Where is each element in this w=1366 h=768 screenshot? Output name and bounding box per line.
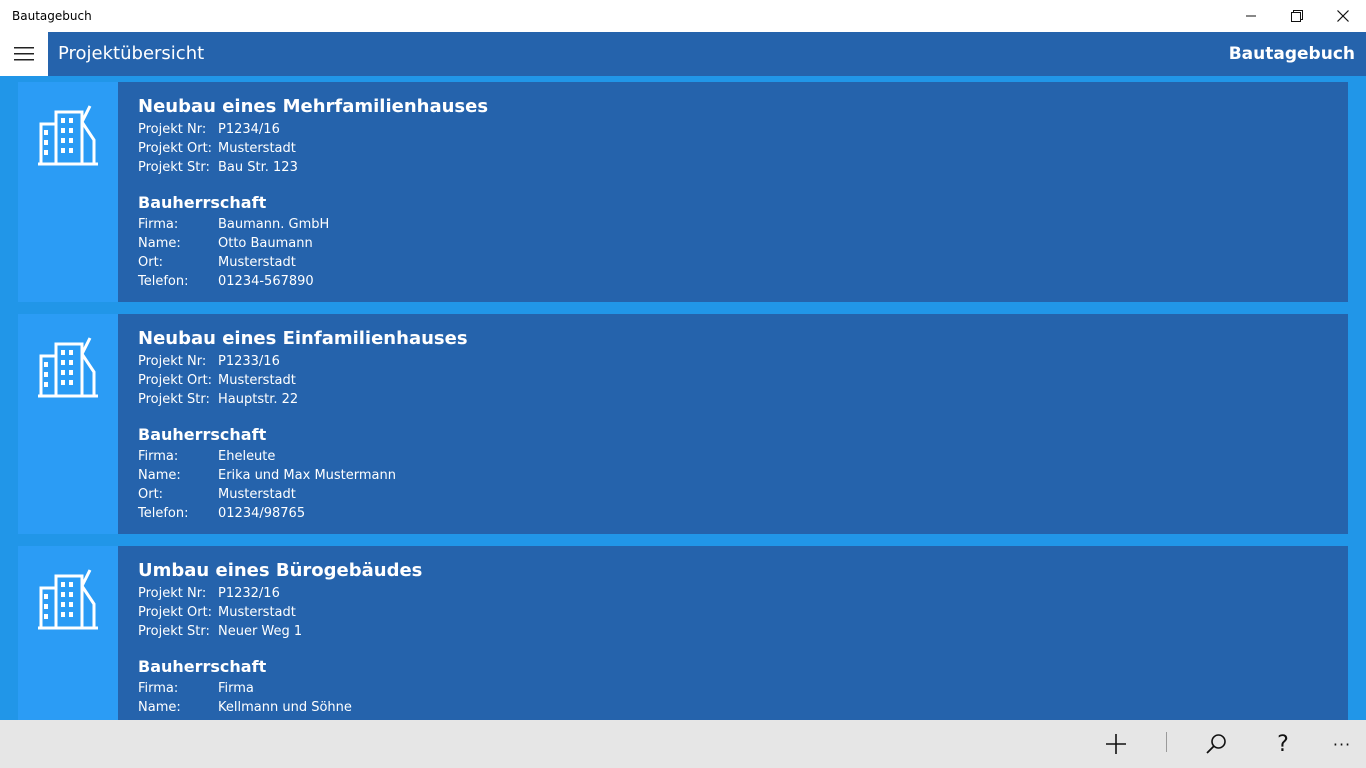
project-number: P1233/16 bbox=[218, 354, 280, 369]
project-number: P1232/16 bbox=[218, 586, 280, 601]
project-number: P1234/16 bbox=[218, 122, 280, 137]
app-header: Projektübersicht Bautagebuch bbox=[0, 32, 1366, 76]
field-label: Telefon: bbox=[138, 506, 189, 521]
field-label: Projekt Nr: bbox=[138, 586, 207, 601]
project-street: Hauptstr. 22 bbox=[218, 392, 299, 407]
hamburger-menu-button[interactable] bbox=[0, 32, 48, 76]
field-label: Projekt Ort: bbox=[138, 141, 213, 156]
project-location: Musterstadt bbox=[218, 141, 296, 156]
building-icon bbox=[38, 337, 98, 398]
field-label: Ort: bbox=[138, 255, 164, 270]
client-name: Erika und Max Mustermann bbox=[218, 468, 396, 483]
field-label: Projekt Ort: bbox=[138, 373, 213, 388]
client-phone: 01234/98765 bbox=[218, 506, 306, 521]
field-label: Name: bbox=[138, 700, 181, 715]
field-label: Projekt Str: bbox=[138, 160, 210, 175]
project-title: Neubau eines Einfamilienhauses bbox=[138, 328, 468, 349]
building-icon bbox=[38, 569, 98, 630]
field-label: Projekt Nr: bbox=[138, 354, 207, 369]
restore-icon bbox=[1291, 10, 1303, 22]
field-label: Projekt Nr: bbox=[138, 122, 207, 137]
help-icon: ? bbox=[1277, 731, 1289, 757]
client-company: Eheleute bbox=[218, 449, 276, 464]
minimize-button[interactable] bbox=[1228, 0, 1274, 32]
close-icon bbox=[1337, 10, 1349, 22]
more-icon: ··· bbox=[1332, 734, 1352, 754]
hamburger-icon bbox=[14, 47, 34, 61]
app-name: Bautagebuch bbox=[1228, 44, 1355, 64]
client-phone: 01234-567890 bbox=[218, 274, 314, 289]
field-label: Projekt Ort: bbox=[138, 605, 213, 620]
project-thumbnail bbox=[18, 82, 118, 302]
client-location: Musterstadt bbox=[218, 487, 296, 502]
project-title: Neubau eines Mehrfamilienhauses bbox=[138, 96, 489, 117]
search-icon bbox=[1206, 734, 1226, 754]
client-location: Musterstadt bbox=[218, 255, 296, 270]
field-label: Projekt Str: bbox=[138, 624, 210, 639]
field-label: Firma: bbox=[138, 449, 179, 464]
project-location: Musterstadt bbox=[218, 605, 296, 620]
field-label: Firma: bbox=[138, 681, 179, 696]
more-button[interactable]: ··· bbox=[1318, 720, 1366, 768]
search-button[interactable] bbox=[1192, 720, 1240, 768]
window-title: Bautagebuch bbox=[12, 9, 92, 23]
field-label: Name: bbox=[138, 236, 181, 251]
client-heading: Bauherrschaft bbox=[138, 193, 267, 212]
client-name: Kellmann und Söhne bbox=[218, 700, 352, 715]
client-company: Baumann. GmbH bbox=[218, 217, 330, 232]
project-street: Bau Str. 123 bbox=[218, 160, 298, 175]
field-label: Firma: bbox=[138, 217, 179, 232]
client-heading: Bauherrschaft bbox=[138, 425, 267, 444]
project-thumbnail bbox=[18, 546, 118, 720]
page-title: Projektübersicht bbox=[58, 43, 205, 64]
project-street: Neuer Weg 1 bbox=[218, 624, 303, 639]
help-button[interactable]: ? bbox=[1259, 720, 1307, 768]
field-label: Name: bbox=[138, 468, 181, 483]
project-list[interactable]: Neubau eines Mehrfamilienhauses Projekt … bbox=[0, 76, 1366, 720]
project-card[interactable]: Umbau eines Bürogebäudes Projekt Nr: P123… bbox=[18, 546, 1348, 720]
client-heading: Bauherrschaft bbox=[138, 657, 267, 676]
restore-button[interactable] bbox=[1274, 0, 1320, 32]
field-label: Telefon: bbox=[138, 274, 189, 289]
project-card[interactable]: Neubau eines Mehrfamilienhauses Projekt … bbox=[18, 82, 1348, 302]
project-location: Musterstadt bbox=[218, 373, 296, 388]
field-label: Ort: bbox=[138, 487, 164, 502]
command-bar: ? ··· bbox=[0, 720, 1366, 768]
field-label: Projekt Str: bbox=[138, 392, 210, 407]
client-company: Firma bbox=[218, 681, 254, 696]
add-icon bbox=[1106, 734, 1126, 754]
client-name: Otto Baumann bbox=[218, 236, 313, 251]
command-separator bbox=[1166, 732, 1167, 752]
add-button[interactable] bbox=[1092, 720, 1140, 768]
minimize-icon bbox=[1246, 15, 1256, 17]
project-title: Umbau eines Bürogebäudes bbox=[138, 560, 423, 581]
close-button[interactable] bbox=[1320, 0, 1366, 32]
project-thumbnail bbox=[18, 314, 118, 534]
window-titlebar: Bautagebuch bbox=[0, 0, 1366, 32]
building-icon bbox=[38, 105, 98, 166]
project-card[interactable]: Neubau eines Einfamilienhauses Projekt N… bbox=[18, 314, 1348, 534]
